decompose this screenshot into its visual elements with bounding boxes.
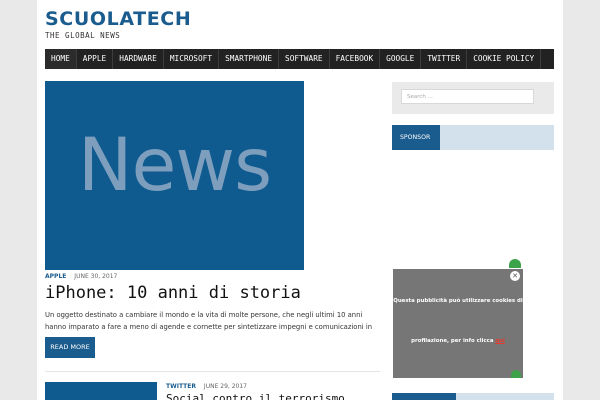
ad-banner: ✕ Questa pubblicità può utilizzare cooki…	[393, 269, 523, 378]
page: SCUOLATECH THE GLOBAL NEWS HOME APPLE HA…	[37, 0, 563, 400]
ad-text-line2: profilazione, per info clicca qui	[393, 338, 523, 344]
main-nav: HOME APPLE HARDWARE MICROSOFT SMARTPHONE…	[45, 49, 554, 69]
featured-image-text: News	[77, 123, 272, 208]
nav-item-microsoft[interactable]: MICROSOFT	[164, 49, 220, 69]
featured-title[interactable]: iPhone: 10 anni di storia	[45, 283, 301, 303]
second-post-meta: TWITTER JUNE 29, 2017	[166, 383, 247, 390]
nav-item-google[interactable]: GOOGLE	[380, 49, 422, 69]
ad-text-line1: Questa pubblicità può utilizzare cookies…	[393, 298, 523, 304]
nav-item-software[interactable]: SOFTWARE	[279, 49, 330, 69]
featured-category[interactable]: APPLE	[45, 273, 66, 280]
search-widget	[392, 82, 554, 114]
nav-item-hardware[interactable]: HARDWARE	[113, 49, 164, 69]
second-post-date: JUNE 29, 2017	[203, 383, 247, 390]
second-post-title[interactable]: Social contro il terrorismo	[166, 392, 345, 400]
site-title[interactable]: SCUOLATECH	[45, 8, 191, 30]
sponsor-widget-header: SPONSOR	[392, 125, 554, 150]
sponsor-widget-title: SPONSOR	[392, 125, 440, 150]
post-divider	[45, 371, 380, 372]
ad-toggle-handle[interactable]	[509, 259, 521, 268]
ad-corner-badge	[511, 370, 521, 378]
second-post-category[interactable]: TWITTER	[166, 383, 196, 390]
next-widget-header	[392, 393, 554, 400]
featured-date: JUNE 30, 2017	[74, 273, 118, 280]
nav-item-home[interactable]: HOME	[45, 49, 77, 69]
nav-item-facebook[interactable]: FACEBOOK	[330, 49, 381, 69]
next-widget-tab	[392, 393, 456, 400]
nav-item-twitter[interactable]: TWITTER	[421, 49, 468, 69]
site-tagline: THE GLOBAL NEWS	[45, 31, 121, 40]
read-more-button[interactable]: READ MORE	[45, 337, 95, 358]
featured-excerpt: Un oggetto destinato a cambiare il mondo…	[45, 311, 373, 343]
ad-info-link[interactable]: qui	[495, 338, 505, 344]
featured-meta: APPLE JUNE 30, 2017	[45, 273, 117, 280]
search-input[interactable]	[401, 89, 534, 104]
nav-item-smartphone[interactable]: SMARTPHONE	[219, 49, 280, 69]
nav-item-apple[interactable]: APPLE	[77, 49, 114, 69]
close-icon[interactable]: ✕	[510, 271, 520, 281]
second-post-thumbnail[interactable]	[45, 382, 157, 400]
featured-image[interactable]: News	[45, 81, 304, 270]
nav-item-cookie-policy[interactable]: COOKIE POLICY	[467, 49, 542, 69]
ad-text-line2-prefix: profilazione, per info clicca	[411, 338, 496, 344]
